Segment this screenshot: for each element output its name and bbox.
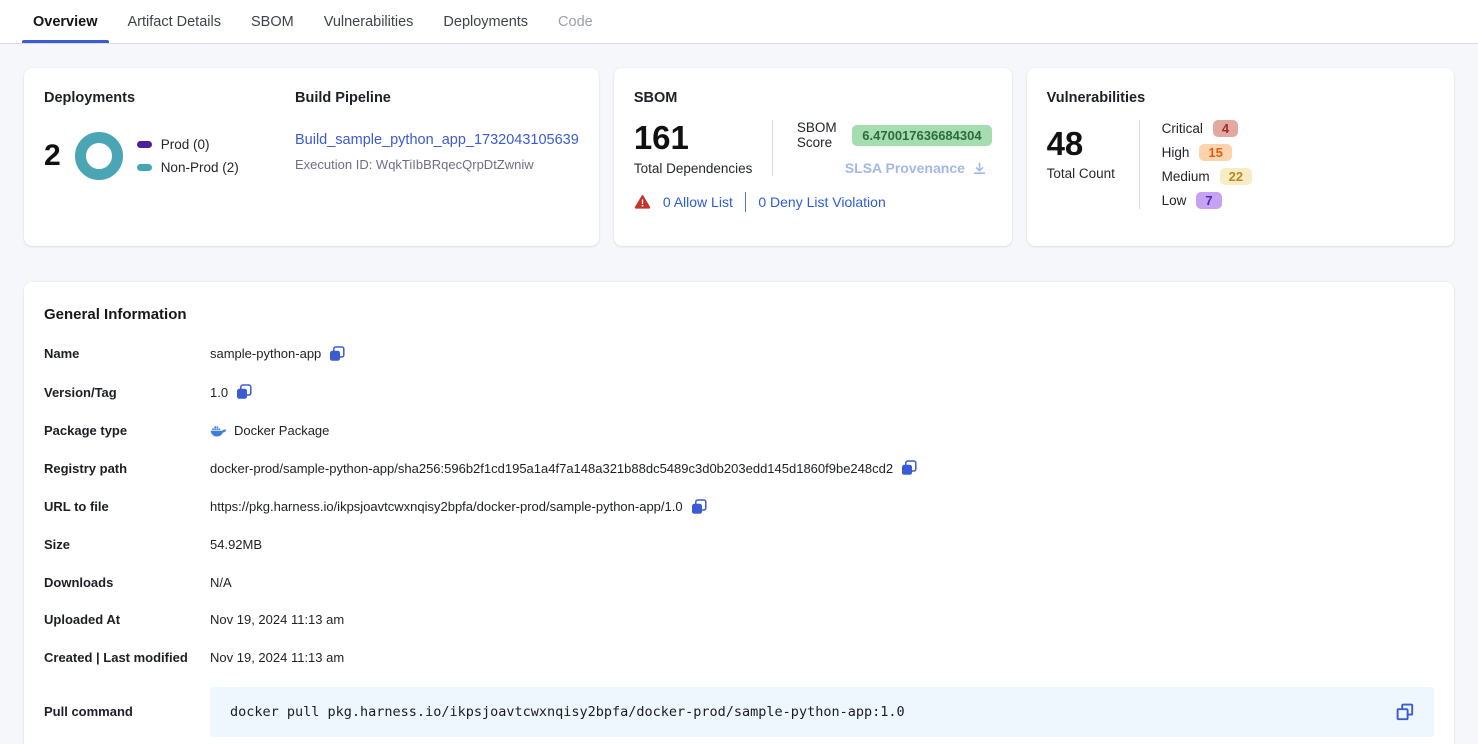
tab-vulnerabilities[interactable]: Vulnerabilities [313,0,425,43]
row-size-value: 54.92MB [210,537,262,552]
row-name-value: sample-python-app [210,346,321,361]
vulnerabilities-total-label: Total Count [1047,166,1139,181]
general-information-title: General Information [44,306,1434,323]
row-version-tag: Version/Tag 1.0 [44,384,1434,400]
copy-icon[interactable] [691,499,707,515]
severity-critical-label: Critical [1162,121,1203,136]
tab-deployments[interactable]: Deployments [432,0,539,43]
legend-item-prod: Prod (0) [137,137,239,152]
severity-critical-badge: 4 [1213,120,1238,137]
severity-high-label: High [1162,145,1190,160]
nonprod-legend-swatch [137,164,152,171]
prod-legend-label: Prod (0) [161,137,210,152]
download-icon[interactable] [972,161,987,176]
copy-outline-icon[interactable] [1396,703,1414,721]
row-name: Name sample-python-app [44,346,1434,362]
severity-high-badge: 15 [1199,144,1231,161]
severity-row-medium: Medium 22 [1162,168,1252,185]
row-downloads: Downloads N/A [44,575,1434,590]
vulnerabilities-card: Vulnerabilities 48 Total Count Critical … [1027,68,1454,246]
row-package-type-label: Package type [44,423,210,438]
row-package-type-value: Docker Package [234,423,329,438]
row-uploaded-at-value: Nov 19, 2024 11:13 am [210,612,344,627]
severity-low-label: Low [1162,193,1187,208]
row-size-label: Size [44,537,210,552]
copy-icon[interactable] [901,460,917,476]
tab-overview[interactable]: Overview [22,0,109,43]
pull-command-text: docker pull pkg.harness.io/ikpsjoavtcwxn… [230,704,1396,720]
row-registry-path-value: docker-prod/sample-python-app/sha256:596… [210,461,893,476]
row-name-label: Name [44,346,210,361]
build-pipeline-link[interactable]: Build_sample_python_app_1732043105639 [295,132,579,148]
execution-id-text: Execution ID: WqkTiIbBRqecQrpDtZwniw [295,157,579,172]
general-information-card: General Information Name sample-python-a… [24,282,1454,744]
tab-bar: Overview Artifact Details SBOM Vulnerabi… [0,0,1478,44]
severity-row-low: Low 7 [1162,192,1252,209]
deployments-card-title: Deployments [44,90,259,106]
docker-icon [210,424,226,437]
row-created-last-modified: Created | Last modified Nov 19, 2024 11:… [44,650,1434,665]
row-version-tag-label: Version/Tag [44,385,210,400]
severity-row-critical: Critical 4 [1162,120,1252,137]
row-downloads-label: Downloads [44,575,210,590]
summary-cards-row: Deployments 2 Prod (0) Non-Prod (2) Buil… [0,44,1478,258]
row-downloads-value: N/A [210,575,232,590]
row-url-to-file: URL to file https://pkg.harness.io/ikpsj… [44,499,1434,515]
deny-list-violation-link[interactable]: 0 Deny List Violation [758,194,885,210]
nonprod-legend-label: Non-Prod (2) [161,160,239,175]
allow-list-link[interactable]: 0 Allow List [663,194,733,210]
severity-low-badge: 7 [1196,192,1221,209]
row-created-last-modified-value: Nov 19, 2024 11:13 am [210,650,344,665]
row-uploaded-at-label: Uploaded At [44,612,210,627]
deployments-donut-chart [75,132,123,180]
sbom-score-badge: 6.470017636684304 [852,125,991,146]
prod-legend-swatch [137,141,152,148]
severity-medium-badge: 22 [1220,168,1252,185]
copy-icon[interactable] [329,346,345,362]
row-registry-path: Registry path docker-prod/sample-python-… [44,460,1434,476]
copy-icon[interactable] [236,384,252,400]
vulnerabilities-card-title: Vulnerabilities [1047,90,1434,106]
sbom-total-dependencies-label: Total Dependencies [634,161,772,176]
row-size: Size 54.92MB [44,537,1434,552]
deployments-total-count: 2 [44,139,61,173]
vulnerabilities-total-count: 48 [1047,126,1139,162]
allow-deny-divider [745,192,747,212]
row-version-tag-value: 1.0 [210,385,228,400]
row-pull-command: Pull command docker pull pkg.harness.io/… [44,687,1434,737]
severity-medium-label: Medium [1162,169,1210,184]
legend-item-nonprod: Non-Prod (2) [137,160,239,175]
row-created-last-modified-label: Created | Last modified [44,650,210,665]
sbom-score-label: SBOM Score [797,120,844,150]
row-url-to-file-value: https://pkg.harness.io/ikpsjoavtcwxnqisy… [210,499,683,514]
warning-icon [634,194,651,210]
sbom-total-dependencies-count: 161 [634,120,772,156]
tab-sbom[interactable]: SBOM [240,0,305,43]
row-package-type: Package type Docker Package [44,423,1434,438]
severity-row-high: High 15 [1162,144,1252,161]
deployments-legend: Prod (0) Non-Prod (2) [137,137,239,175]
row-url-to-file-label: URL to file [44,499,210,514]
build-pipeline-title: Build Pipeline [295,90,579,106]
tab-artifact-details[interactable]: Artifact Details [117,0,232,43]
tab-code: Code [547,0,604,43]
row-pull-command-label: Pull command [44,704,210,719]
slsa-provenance-link[interactable]: SLSA Provenance [845,160,965,176]
sbom-card: SBOM 161 Total Dependencies SBOM Score 6… [614,68,1012,246]
row-uploaded-at: Uploaded At Nov 19, 2024 11:13 am [44,612,1434,627]
severity-list: Critical 4 High 15 Medium 22 Low 7 [1140,120,1252,209]
sbom-card-title: SBOM [634,90,992,106]
row-registry-path-label: Registry path [44,461,210,476]
deployments-card: Deployments 2 Prod (0) Non-Prod (2) Buil… [24,68,599,246]
pull-command-box: docker pull pkg.harness.io/ikpsjoavtcwxn… [210,687,1434,737]
